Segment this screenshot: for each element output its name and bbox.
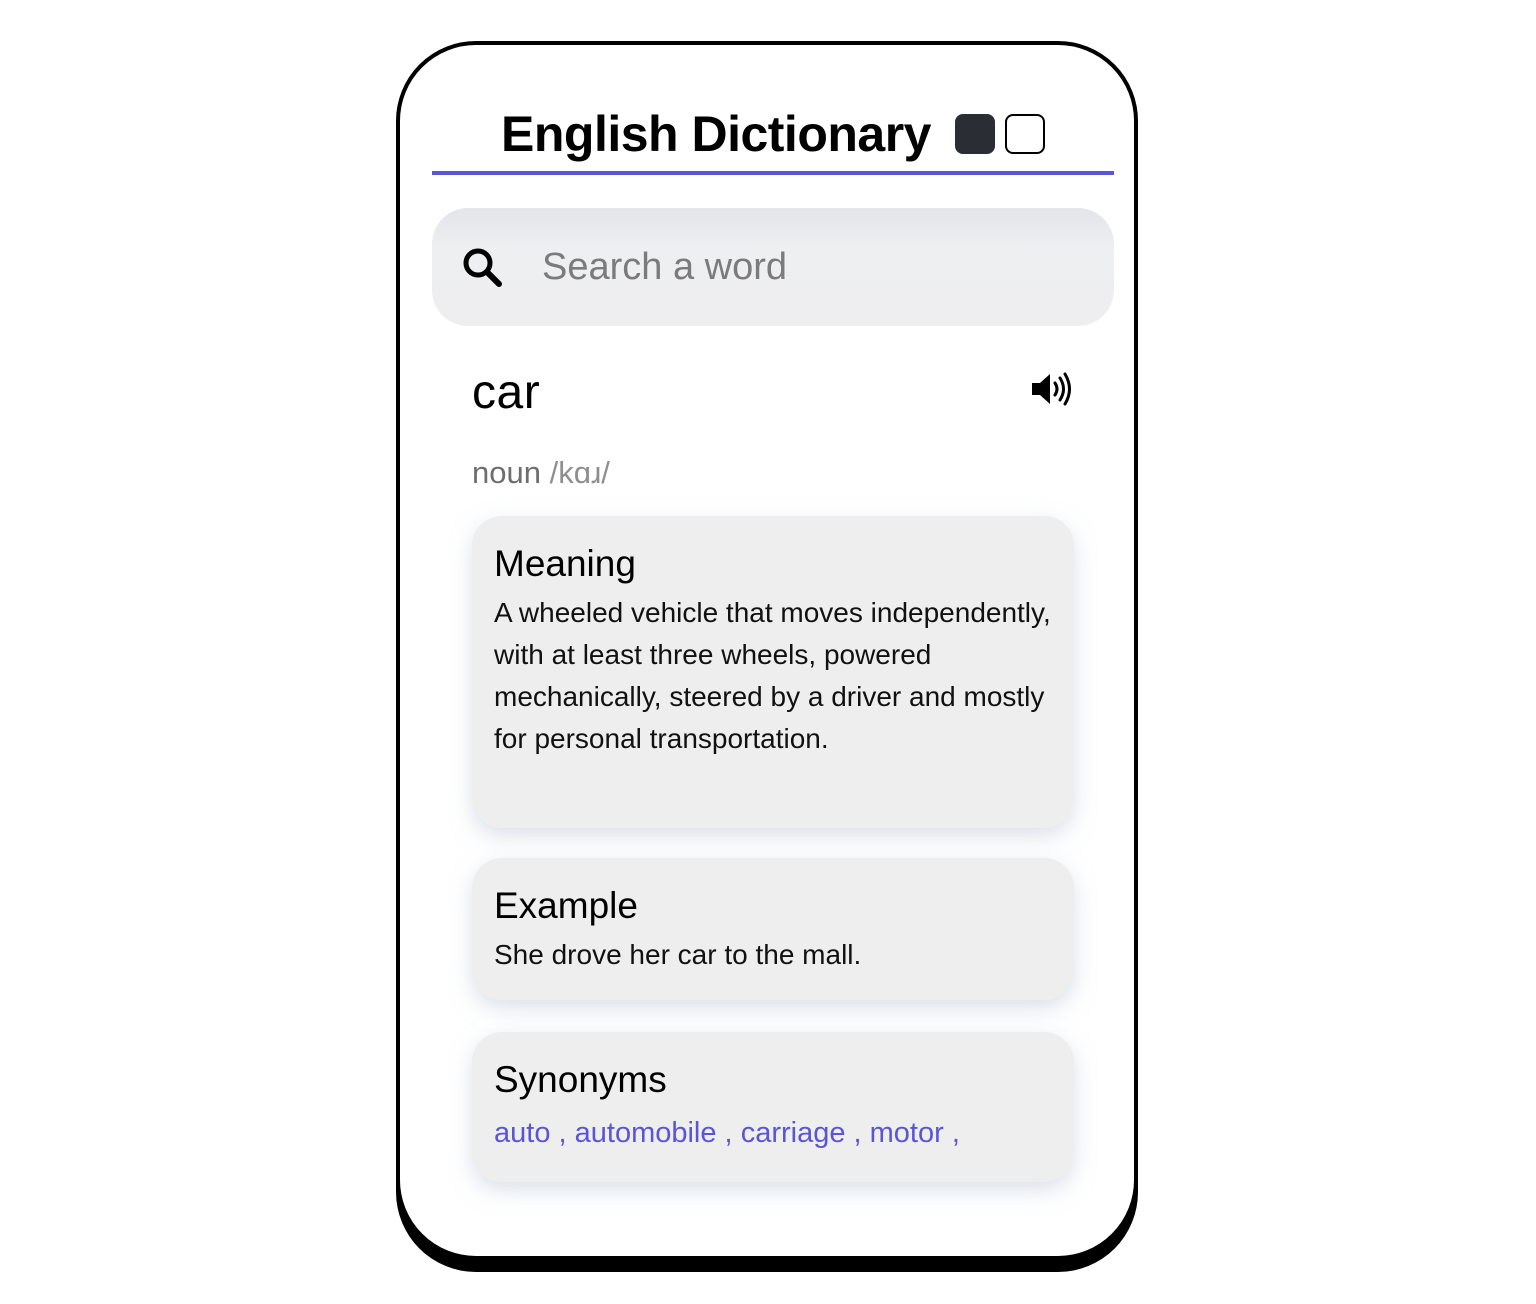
synonym-link[interactable]: motor , <box>870 1117 960 1149</box>
word-details: noun /kɑɹ/ <box>472 453 1074 493</box>
example-card: Example She drove her car to the mall. <box>472 858 1074 1000</box>
light-theme-button[interactable] <box>1004 114 1045 154</box>
example-text: She drove her car to the mall. <box>494 939 862 970</box>
dark-theme-button[interactable] <box>954 114 995 154</box>
part-of-speech: noun <box>472 455 541 490</box>
search-icon[interactable] <box>460 245 504 289</box>
synonym-link[interactable]: auto , <box>494 1117 567 1149</box>
search-bar[interactable] <box>432 208 1114 326</box>
word-header: car noun /kɑɹ/ <box>472 363 1074 493</box>
synonym-link[interactable]: carriage , <box>741 1117 862 1149</box>
app-frame: English Dictionary car noun /kɑɹ/ <box>396 41 1138 1260</box>
word-title: car <box>472 366 541 419</box>
synonyms-card: Synonyms auto , automobile , carriage , … <box>472 1032 1074 1182</box>
theme-toggle <box>954 114 1045 154</box>
meaning-text: A wheeled vehicle that moves independent… <box>494 597 1051 754</box>
app-header: English Dictionary <box>432 97 1114 175</box>
app-title: English Dictionary <box>501 106 931 162</box>
search-input[interactable] <box>540 244 1084 290</box>
phonetic: /kɑɹ/ <box>549 455 610 490</box>
meaning-title: Meaning <box>494 543 636 584</box>
meaning-card: Meaning A wheeled vehicle that moves ind… <box>472 516 1074 828</box>
synonym-link[interactable]: automobile , <box>575 1117 733 1149</box>
speaker-icon[interactable] <box>1030 371 1074 407</box>
synonyms-list: auto , automobile , carriage , motor , <box>494 1112 1052 1154</box>
example-title: Example <box>494 885 638 926</box>
synonyms-title: Synonyms <box>494 1059 667 1100</box>
